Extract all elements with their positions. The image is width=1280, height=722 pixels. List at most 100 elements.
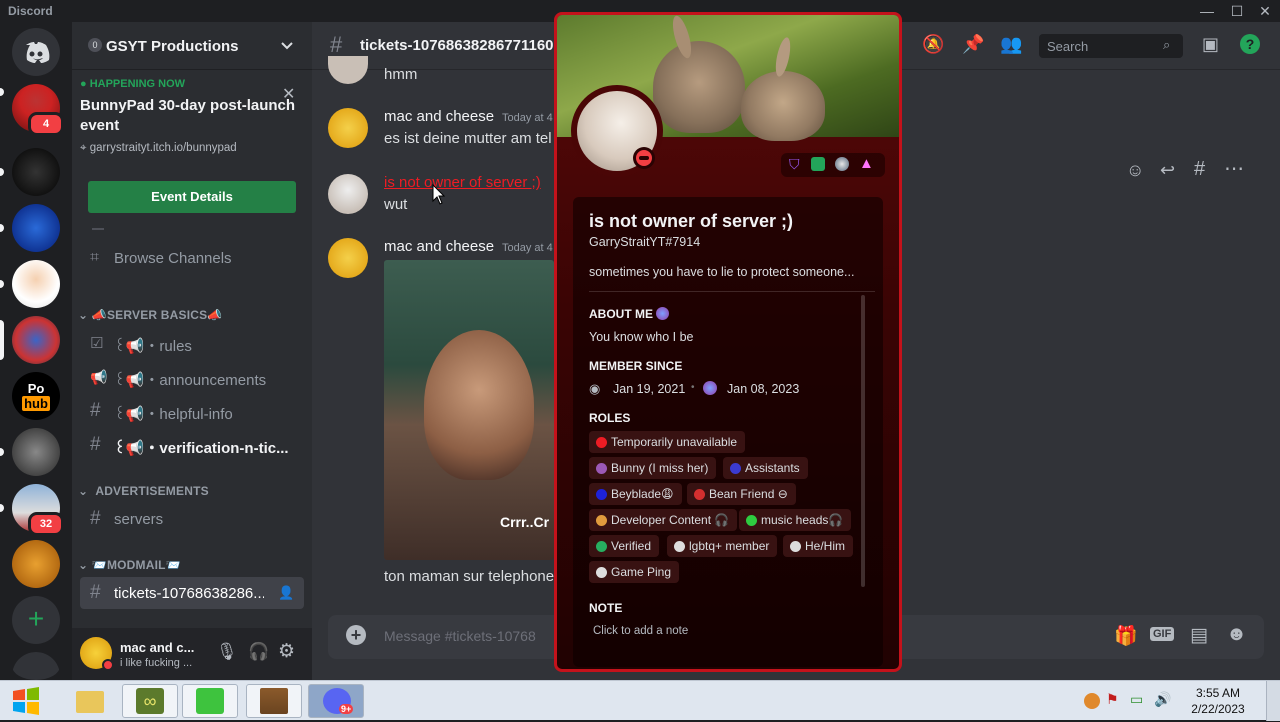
user-name: mac and c...	[120, 640, 195, 655]
avatar[interactable]	[328, 56, 368, 84]
note-input[interactable]: Click to add a note	[593, 625, 688, 637]
microphone-icon[interactable]: 🎙	[216, 642, 238, 662]
avatar[interactable]	[328, 108, 368, 148]
unread-indicator	[0, 88, 4, 96]
show-desktop-button[interactable]	[1266, 681, 1280, 721]
channel-servers[interactable]: # servers	[80, 503, 304, 535]
message-author[interactable]: mac and cheese	[384, 108, 494, 125]
reply-icon[interactable]: ↩	[1160, 160, 1175, 181]
mute-icon[interactable]: 🔕	[922, 34, 944, 55]
avatar[interactable]	[328, 238, 368, 278]
avatar[interactable]	[328, 174, 368, 214]
action-center-flag-icon[interactable]: ⚑	[1106, 691, 1119, 708]
volume-icon[interactable]: 🔊	[1154, 691, 1171, 708]
role-pill[interactable]: Beyblade😩	[589, 483, 682, 505]
explore-button[interactable]	[12, 652, 60, 680]
role-pill[interactable]: music heads🎧	[739, 509, 852, 531]
members-icon[interactable]: 👥	[1000, 34, 1022, 55]
user-profile-popout: ⛉ ▲ is not owner of server ;) GarryStrai…	[554, 12, 902, 672]
unread-indicator	[0, 168, 4, 176]
emoji-icon[interactable]: ☻	[1226, 623, 1247, 646]
developer-badge-icon[interactable]	[811, 157, 825, 171]
category-advertisements[interactable]: ⌄ ADVERTISEMENTS	[78, 484, 209, 498]
location-pin-icon: ⌖	[80, 142, 87, 154]
file-explorer-button[interactable]	[72, 685, 108, 717]
thread-icon[interactable]: #	[1194, 158, 1205, 181]
category-modmail[interactable]: ⌄ 📨MODMAIL📨	[78, 558, 181, 572]
message-input[interactable]: Message #tickets-10768	[384, 628, 536, 644]
taskbar-app-discord[interactable]: 9+	[308, 684, 364, 718]
clock-time: 3:55 AM	[1195, 686, 1241, 700]
more-icon[interactable]: ⋯	[1224, 156, 1244, 181]
channel-rules[interactable]: ☑ ꒰📢・rules	[80, 327, 304, 359]
channel-helpful-info[interactable]: # ꒰📢・helpful-info	[80, 395, 304, 427]
role-pill[interactable]: Game Ping	[589, 561, 680, 583]
server-rail: 4 Po hub 32 +	[0, 22, 72, 680]
role-pill[interactable]: Bean Friend ⊖	[687, 483, 796, 505]
event-details-button[interactable]: Event Details	[88, 181, 296, 213]
divider	[92, 228, 104, 230]
server-icon-2[interactable]	[12, 148, 60, 196]
taskbar-app-1[interactable]: ∞	[122, 684, 178, 718]
gear-icon[interactable]: ⚙	[278, 640, 295, 663]
mention-badge: 32	[28, 512, 64, 536]
channel-tickets-selected[interactable]: # tickets-10768638286... 👤	[80, 577, 304, 609]
scrollbar[interactable]	[861, 295, 865, 587]
role-pill[interactable]: Bunny (I miss her)	[589, 457, 717, 479]
channel-verification[interactable]: # ꒰📢・verification-n-tic...	[80, 429, 304, 461]
server-icon-3[interactable]	[12, 204, 60, 252]
role-pill[interactable]: Verified	[589, 535, 660, 557]
role-pill[interactable]: Developer Content 🎧	[589, 509, 738, 531]
start-button[interactable]	[8, 685, 44, 717]
search-input[interactable]: Search ⌕	[1039, 34, 1183, 58]
event-location: ⌖ garrystraityt.itch.io/bunnypad	[80, 142, 237, 154]
message-timestamp: Today at 4	[502, 112, 553, 124]
add-server-button[interactable]: +	[12, 596, 60, 644]
message-text: es ist deine mutter am tel	[384, 130, 552, 147]
home-button[interactable]	[12, 28, 60, 76]
separator-dot: •	[691, 382, 695, 393]
role-pill[interactable]: Temporarily unavailable	[589, 431, 746, 453]
boost-badge-icon[interactable]	[835, 157, 849, 171]
close-icon[interactable]: ✕	[282, 84, 295, 104]
server-icon-8[interactable]: 32	[12, 484, 64, 536]
server-icon-6[interactable]: Po hub	[12, 372, 60, 420]
category-server-basics[interactable]: ⌄ 📣SERVER BASICS📣	[78, 308, 222, 322]
upload-plus-icon[interactable]: +	[346, 625, 366, 645]
browse-channels[interactable]: ⌗ Browse Channels	[80, 242, 304, 274]
role-pill[interactable]: lgbtq+ member	[667, 535, 778, 557]
server-icon-5[interactable]	[12, 316, 60, 364]
hypesquad-badge-icon[interactable]: ▲	[859, 155, 874, 172]
message-author[interactable]: mac and cheese	[384, 238, 494, 255]
system-clock[interactable]: 3:55 AM 2/22/2023	[1186, 685, 1250, 717]
minimize-button[interactable]: —	[1196, 2, 1218, 20]
network-icon[interactable]: ▭	[1130, 691, 1143, 708]
server-member-since: Jan 08, 2023	[727, 382, 800, 396]
message-image[interactable]: Crrr..Cr	[384, 260, 554, 560]
server-icon-1[interactable]: 4	[12, 84, 64, 136]
server-icon-4[interactable]	[12, 260, 60, 308]
role-pill[interactable]: He/Him	[783, 535, 854, 557]
add-reaction-icon[interactable]: ☺	[1126, 160, 1144, 181]
guild-header[interactable]: 0 GSYT Productions	[72, 22, 312, 70]
pin-icon[interactable]: 📌	[962, 34, 984, 55]
message-author[interactable]: is not owner of server ;)	[384, 174, 541, 191]
help-icon[interactable]: ?	[1240, 34, 1260, 54]
maximize-button[interactable]: ☐	[1226, 2, 1248, 20]
tray-app-icon[interactable]	[1084, 693, 1100, 709]
server-icon	[703, 381, 717, 395]
gift-icon[interactable]: 🎁	[1114, 624, 1138, 648]
gif-icon[interactable]: GIF	[1150, 627, 1175, 641]
close-window-button[interactable]: ✕	[1254, 2, 1276, 20]
nitro-badge-icon[interactable]: ⛉	[789, 156, 800, 173]
add-member-icon[interactable]: 👤	[278, 585, 294, 601]
taskbar-app-3[interactable]	[246, 684, 302, 718]
server-icon-7[interactable]	[12, 428, 60, 476]
inbox-icon[interactable]: ▣	[1202, 34, 1219, 55]
role-pill[interactable]: Assistants	[723, 457, 808, 479]
sticker-icon[interactable]: ▤	[1190, 624, 1208, 647]
headphones-icon[interactable]: 🎧	[248, 642, 269, 662]
server-icon-9[interactable]	[12, 540, 60, 588]
channel-announcements[interactable]: 📢 ꒰📢・announcements	[80, 361, 304, 393]
taskbar-app-2[interactable]	[182, 684, 238, 718]
